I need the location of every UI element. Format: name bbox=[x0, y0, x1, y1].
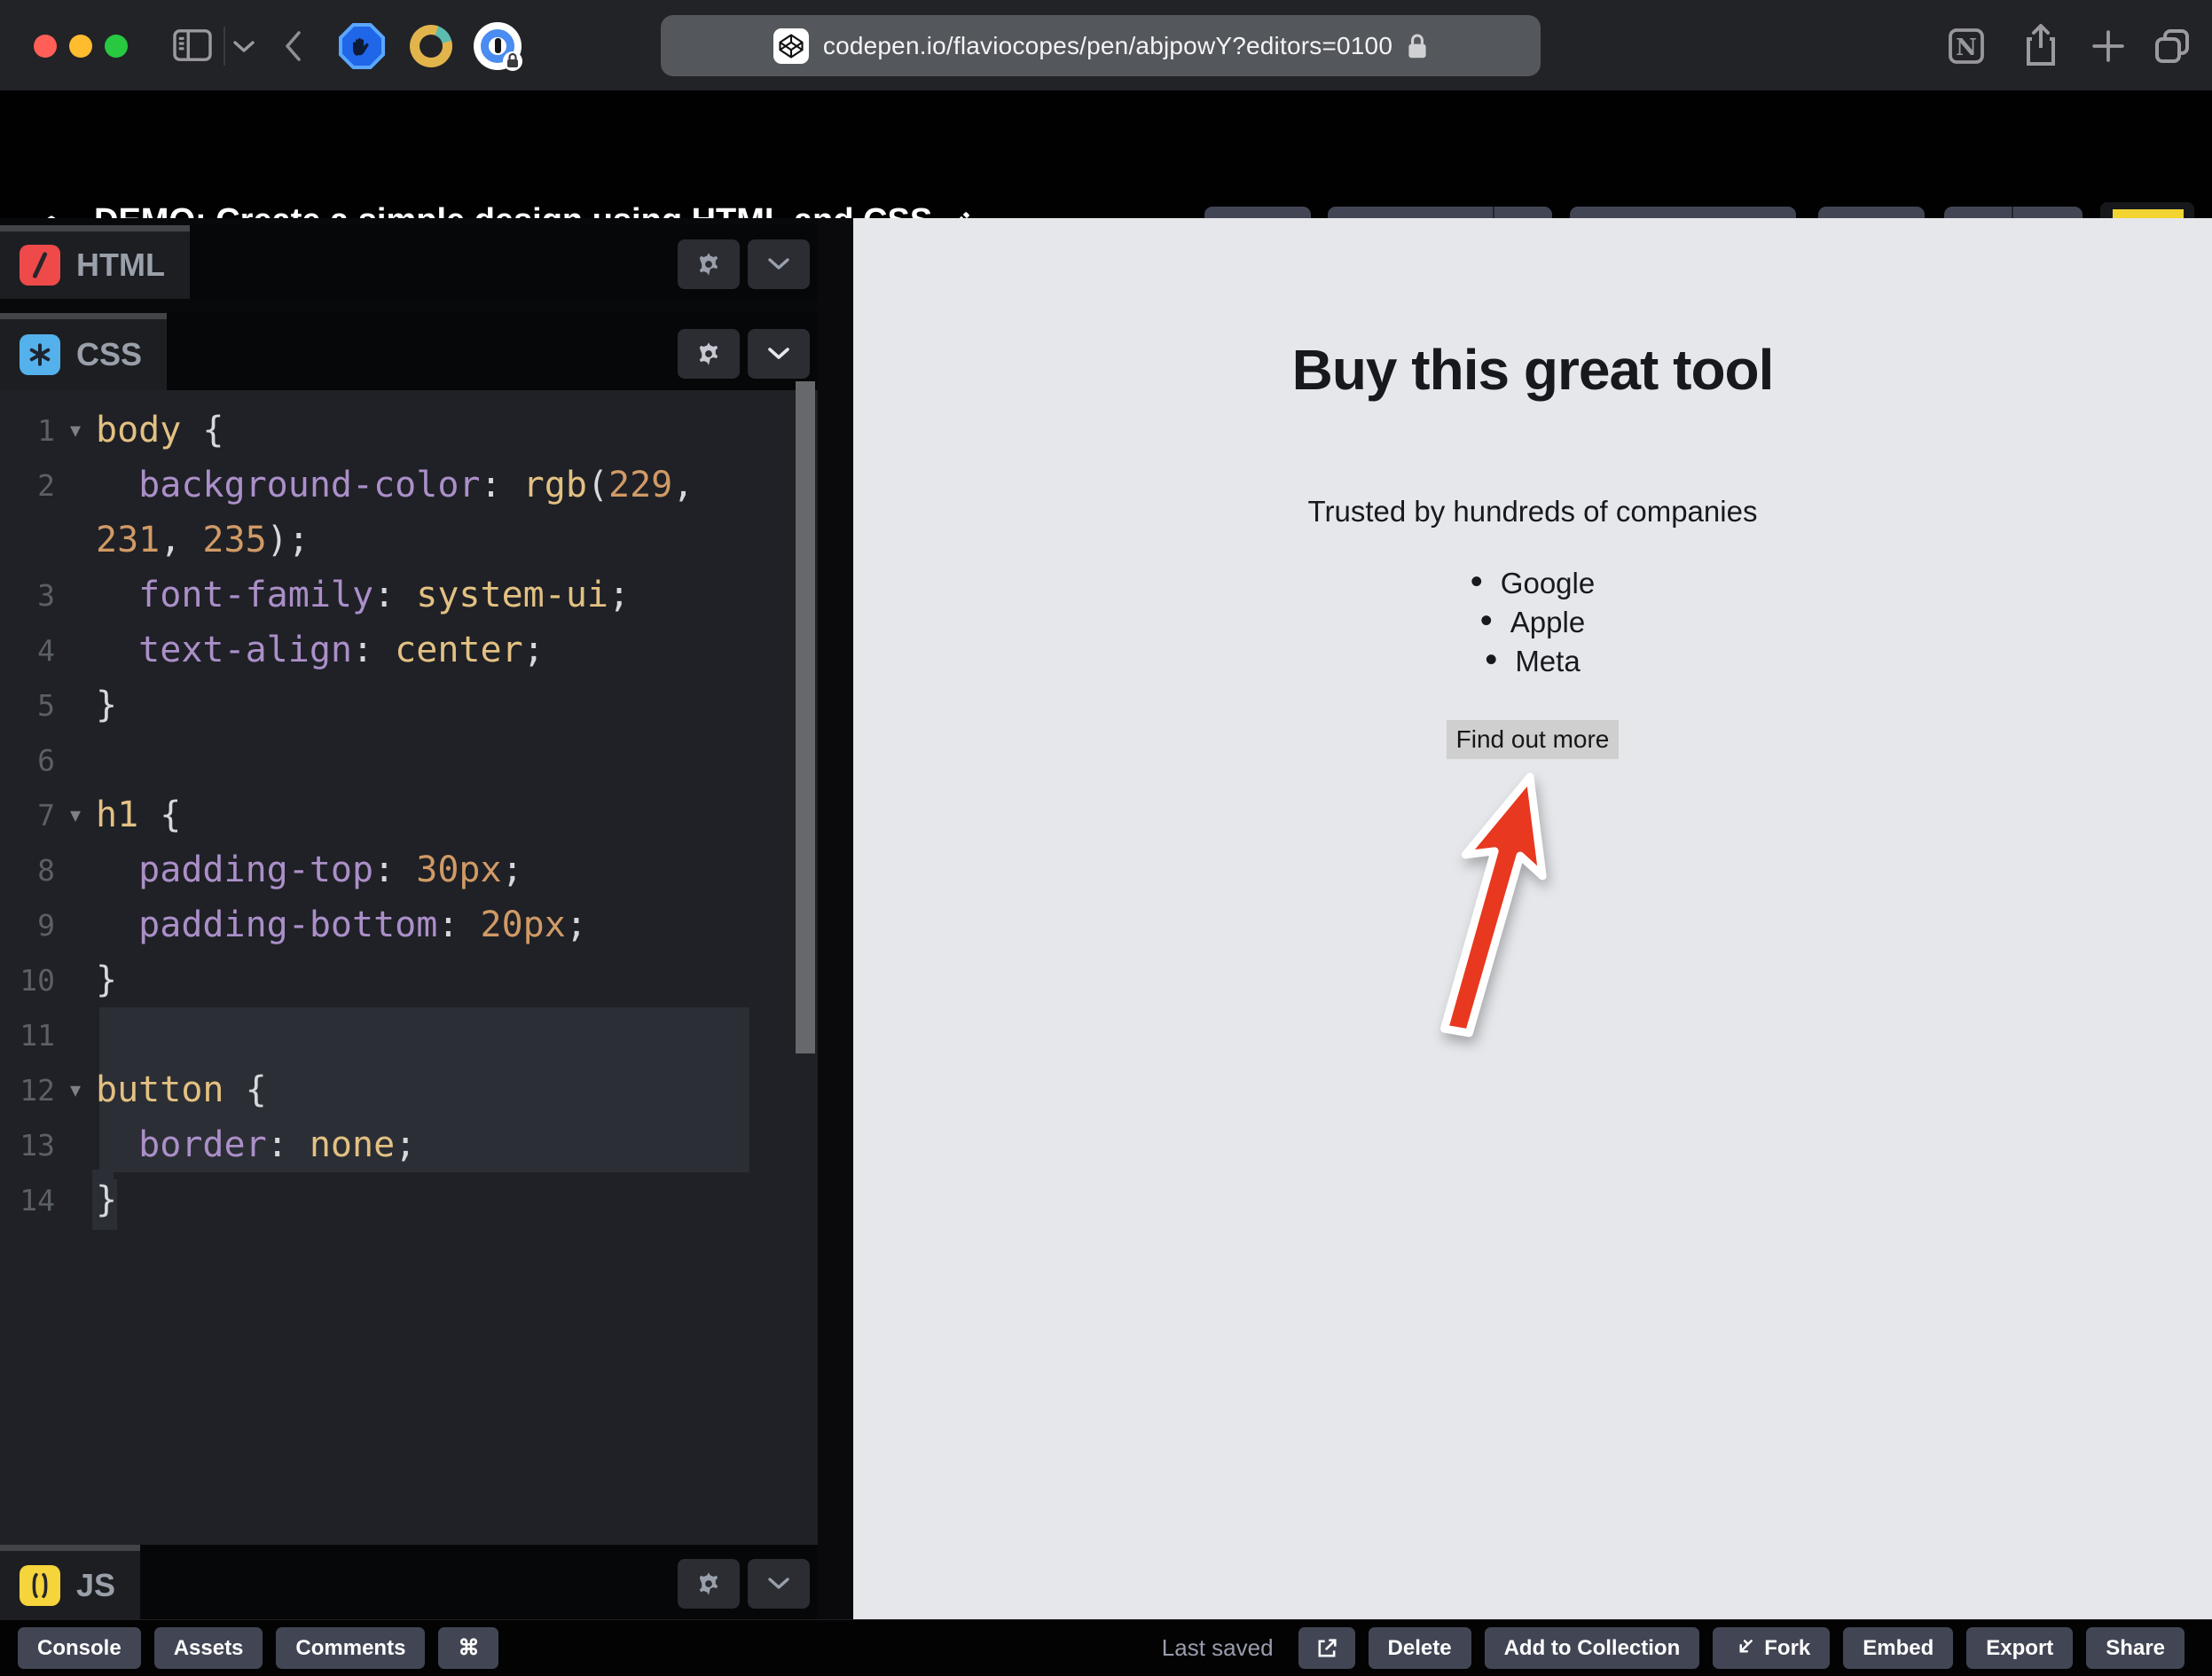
code-line[interactable]: 2 background-color: rgb(229, bbox=[0, 458, 818, 513]
js-panel-header: JS bbox=[0, 1545, 818, 1619]
footer-button[interactable]: Assets bbox=[153, 1627, 263, 1669]
last-saved-status: Last saved bbox=[1161, 1634, 1274, 1661]
tab-html-label: HTML bbox=[76, 247, 165, 283]
css-code-editor[interactable]: 1 ▾ body {2 background-color: rgb(229, 231,… bbox=[0, 390, 818, 1545]
toolbar-divider bbox=[224, 27, 225, 66]
sidebar-chevron-down-icon[interactable] bbox=[232, 39, 255, 53]
footer-button[interactable]: Console bbox=[18, 1627, 141, 1669]
url-text: codepen.io/flaviocopes/pen/abjpowY?edito… bbox=[822, 31, 1393, 59]
address-bar[interactable]: codepen.io/flaviocopes/pen/abjpowY?edito… bbox=[661, 15, 1541, 76]
footer-button[interactable]: Share bbox=[2086, 1627, 2185, 1669]
gear-icon bbox=[699, 342, 718, 365]
code-line[interactable]: 13 border: none; bbox=[0, 1117, 818, 1172]
open-in-new-window-button[interactable] bbox=[1298, 1627, 1355, 1669]
share-icon[interactable] bbox=[2020, 21, 2062, 69]
css-collapse-button[interactable] bbox=[748, 329, 810, 379]
preview-pane: Buy this great tool Trusted by hundreds … bbox=[853, 218, 2212, 1619]
window-zoom-button[interactable] bbox=[105, 35, 128, 58]
window-close-button[interactable] bbox=[34, 35, 57, 58]
code-line[interactable]: 12 ▾ button { bbox=[0, 1062, 818, 1117]
footer-button[interactable]: Add to Collection bbox=[1484, 1627, 1700, 1669]
code-line[interactable]: 1 ▾ body { bbox=[0, 403, 818, 458]
external-link-icon bbox=[1318, 1638, 1337, 1656]
css-panel-header: CSS bbox=[0, 313, 818, 390]
footer-button[interactable]: Comments bbox=[276, 1627, 426, 1669]
codepen-header: DEMO: Create a simple design using HTML … bbox=[0, 91, 2212, 296]
tab-css[interactable]: CSS bbox=[0, 313, 168, 390]
preview-heading: Buy this great tool bbox=[1291, 338, 1775, 402]
notion-extension-icon[interactable]: N bbox=[1945, 25, 1988, 67]
chevron-down-icon bbox=[768, 348, 789, 359]
company-list-item: Meta bbox=[853, 642, 2212, 681]
tab-overview-icon[interactable] bbox=[2151, 25, 2193, 67]
gear-icon bbox=[699, 253, 718, 276]
html-icon bbox=[20, 245, 60, 286]
footer-left-buttons: Console Assets Comments ⌘ bbox=[18, 1627, 512, 1669]
donut-chart-extension-icon[interactable] bbox=[410, 25, 452, 67]
tab-css-label: CSS bbox=[76, 336, 143, 372]
footer-bar: Console Assets Comments ⌘ Last saved Delete… bbox=[0, 1619, 2212, 1676]
js-collapse-button[interactable] bbox=[748, 1559, 810, 1609]
company-list: GoogleAppleMeta bbox=[853, 564, 2212, 681]
chevron-down-icon bbox=[768, 1578, 789, 1589]
adblocker-extension-icon[interactable] bbox=[339, 23, 385, 69]
lock-icon bbox=[1408, 34, 1426, 58]
editor-column: HTML CSS 1 ▾ body {2 background-color: r… bbox=[0, 218, 818, 1619]
js-settings-button[interactable] bbox=[678, 1559, 740, 1609]
css-icon bbox=[20, 334, 60, 375]
footer-button[interactable]: Export bbox=[1966, 1627, 2074, 1669]
code-line[interactable]: 3 font-family: system-ui; bbox=[0, 568, 818, 623]
html-collapse-button[interactable] bbox=[748, 239, 810, 289]
chevron-down-icon bbox=[768, 258, 789, 270]
css-code-lines: 1 ▾ body {2 background-color: rgb(229, 231,… bbox=[0, 403, 818, 1227]
code-line[interactable]: 4 text-align: center; bbox=[0, 623, 818, 677]
preview-subtitle: Trusted by hundreds of companies bbox=[1307, 495, 1758, 528]
footer-button[interactable]: Delete bbox=[1368, 1627, 1471, 1669]
footer-right-buttons: Delete Add to Collection Fork Embed Expo… bbox=[1368, 1627, 2198, 1669]
browser-toolbar: codepen.io/flaviocopes/pen/abjpowY?edito… bbox=[0, 0, 2212, 91]
footer-button[interactable]: Embed bbox=[1843, 1627, 1954, 1669]
back-button[interactable] bbox=[282, 29, 303, 63]
code-line[interactable]: 8 padding-top: 30px; bbox=[0, 842, 818, 897]
code-line[interactable]: 231, 235); bbox=[0, 513, 818, 568]
codepen-favicon bbox=[773, 27, 809, 64]
footer-button[interactable]: Fork bbox=[1713, 1627, 1831, 1669]
find-out-more-button[interactable]: Find out more bbox=[1447, 720, 1619, 759]
code-line[interactable]: 7 ▾ h1 { bbox=[0, 787, 818, 842]
panel-resize-gutter[interactable] bbox=[818, 218, 853, 1619]
html-panel-header: HTML bbox=[0, 225, 818, 299]
html-settings-button[interactable] bbox=[678, 239, 740, 289]
new-tab-icon[interactable] bbox=[2091, 29, 2125, 63]
window-minimize-button[interactable] bbox=[69, 35, 92, 58]
js-icon bbox=[20, 1564, 60, 1606]
screenshot-root: codepen.io/flaviocopes/pen/abjpowY?edito… bbox=[0, 0, 2212, 1676]
svg-text:N: N bbox=[1956, 35, 1977, 61]
code-line[interactable]: 10} bbox=[0, 952, 818, 1007]
footer-right-cluster: Last saved Delete Add to Collection Fork… bbox=[1162, 1627, 2198, 1669]
editor-scrollbar[interactable] bbox=[796, 381, 815, 1053]
tab-html[interactable]: HTML bbox=[0, 225, 190, 299]
fork-icon bbox=[1732, 1637, 1755, 1660]
tab-js[interactable]: JS bbox=[0, 1545, 141, 1619]
code-line[interactable]: 14} bbox=[0, 1172, 818, 1227]
sidebar-toggle-icon[interactable] bbox=[172, 27, 213, 63]
company-list-item: Google bbox=[853, 564, 2212, 603]
footer-button[interactable]: ⌘ bbox=[438, 1627, 499, 1669]
code-line[interactable]: 11 bbox=[0, 1007, 818, 1062]
red-arrow-annotation bbox=[1415, 763, 1562, 1046]
gear-icon bbox=[699, 1572, 718, 1595]
css-settings-button[interactable] bbox=[678, 329, 740, 379]
password-manager-extension-icon[interactable] bbox=[474, 22, 522, 71]
code-line[interactable]: 6 bbox=[0, 732, 818, 787]
company-list-item: Apple bbox=[853, 603, 2212, 642]
tab-js-label: JS bbox=[76, 1566, 116, 1603]
code-line[interactable]: 9 padding-bottom: 20px; bbox=[0, 897, 818, 952]
code-line[interactable]: 5} bbox=[0, 677, 818, 732]
